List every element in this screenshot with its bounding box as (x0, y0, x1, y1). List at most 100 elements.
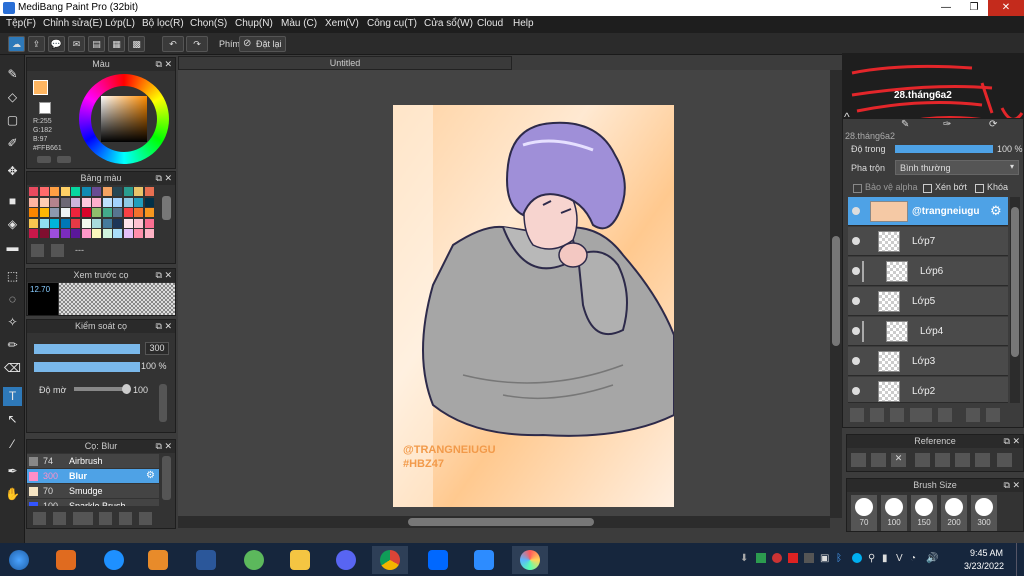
blur-slider[interactable] (74, 384, 131, 394)
brush-copy-icon[interactable] (139, 512, 152, 525)
clipping-checkbox[interactable] (923, 184, 932, 193)
taskbar-app-discord[interactable] (328, 546, 364, 574)
eye-icon[interactable] (852, 267, 860, 275)
panel-buttons-icon[interactable]: ⧉ ✕ (156, 320, 172, 333)
palette-swatch[interactable] (134, 229, 143, 238)
layer-scrollbar[interactable] (1010, 197, 1020, 403)
palette-swatch[interactable] (123, 197, 133, 207)
panel-buttons-icon[interactable]: ⧉ ✕ (156, 172, 172, 185)
canvas-vscrollbar[interactable] (830, 70, 842, 518)
brush-row[interactable]: 300 Blur ⚙ (27, 469, 159, 484)
taskbar-app-word[interactable] (188, 546, 224, 574)
layer-row[interactable]: @trangneiugu ⚙ (848, 197, 1008, 226)
operation-tool-icon[interactable]: ↖ (3, 410, 22, 429)
palette-swatch[interactable] (29, 208, 38, 217)
palette-swatch[interactable] (113, 197, 122, 207)
dropper-tool-icon[interactable]: ✒ (3, 462, 22, 481)
palette-swatch[interactable] (29, 197, 38, 207)
lasso-tool-icon[interactable]: ◌ (3, 290, 22, 309)
tray-icon[interactable] (788, 553, 798, 563)
palette-swatch[interactable] (113, 187, 122, 196)
palette-swatch[interactable] (50, 218, 59, 228)
taskbar-app-zalo[interactable] (420, 546, 456, 574)
redo-button[interactable]: ↷ (186, 36, 208, 52)
tray-icon[interactable] (804, 553, 814, 563)
tray-icon[interactable]: ⬇ (740, 553, 748, 564)
start-button[interactable] (4, 546, 34, 574)
eraser-tool-icon[interactable]: ◇ (3, 88, 22, 107)
palette-swatch[interactable] (123, 218, 133, 228)
tray-icon[interactable]: ▣ (820, 553, 829, 564)
taskbar-app-media[interactable] (140, 546, 176, 574)
hide-layer-icon[interactable]: ✎ (901, 119, 915, 133)
color-mode-icon[interactable] (37, 156, 51, 163)
unikey-v-icon[interactable]: V (896, 553, 903, 564)
tray-icon[interactable] (772, 553, 782, 563)
brush-row[interactable]: 74 Airbrush (27, 454, 159, 469)
layer-row[interactable]: Lớp3 (848, 347, 1008, 376)
brush-list-scrollbar[interactable] (162, 456, 171, 500)
palette-swatch[interactable] (113, 229, 122, 238)
palette-swatch[interactable] (144, 208, 154, 217)
palette-swatch[interactable] (50, 197, 59, 207)
duplicate-layer-icon[interactable] (966, 408, 980, 422)
palette-scrollbar[interactable] (162, 196, 171, 220)
minimize-button[interactable]: — (932, 0, 960, 16)
text-tool-icon[interactable]: T (3, 387, 22, 406)
menu-filter[interactable]: Bộ lọc(R) (142, 18, 184, 29)
cloud-upload-icon[interactable] (851, 453, 866, 467)
size-value[interactable]: 300 (145, 342, 169, 355)
menu-layer[interactable]: Lớp(L) (105, 18, 135, 29)
layer-row[interactable]: Lớp5 (848, 287, 1008, 316)
new-layer-icon[interactable] (850, 408, 864, 422)
show-desktop-button[interactable] (1016, 543, 1024, 576)
document-tab[interactable]: Untitled (178, 56, 512, 70)
wifi-icon[interactable]: ◔ (910, 553, 916, 564)
layer-row[interactable]: Lớp4 (848, 317, 1008, 346)
palette-swatch[interactable] (39, 229, 49, 238)
taskbar-app-ie[interactable] (96, 546, 132, 574)
eye-icon[interactable] (852, 387, 860, 395)
lock-checkbox[interactable] (975, 184, 984, 193)
palette-swatch[interactable] (71, 208, 80, 217)
palette-swatch[interactable] (102, 187, 112, 196)
opacity-slider[interactable] (34, 362, 140, 372)
rect-tool-icon[interactable]: ▢ (3, 111, 22, 130)
palette-swatch[interactable] (29, 187, 38, 196)
palette-swatch[interactable] (50, 208, 59, 217)
palette-swatch[interactable] (92, 229, 101, 238)
select-tool-icon[interactable]: ⬚ (3, 267, 22, 286)
layer-row[interactable]: Lớp7 (848, 227, 1008, 256)
brush-doc-icon[interactable] (99, 512, 112, 525)
palette-swatch[interactable] (123, 229, 133, 238)
reset-button[interactable]: ⊘ Đặt lại (239, 36, 286, 52)
brush-size-preset[interactable]: 70 (851, 495, 877, 531)
palette-swatch[interactable] (50, 229, 59, 238)
upload-icon[interactable]: ⇪ (28, 36, 45, 52)
palette-swatch[interactable] (39, 218, 49, 228)
brush-menu-icon[interactable] (73, 512, 93, 525)
palette-swatch[interactable] (81, 229, 91, 238)
eye-icon[interactable] (852, 327, 860, 335)
palette-swatch[interactable] (71, 187, 80, 196)
palette-swatch[interactable] (144, 229, 154, 238)
palette-swatch[interactable] (102, 208, 112, 217)
brush-tool-icon[interactable]: ✎ (3, 65, 22, 84)
pen-tool-icon[interactable]: ✐ (3, 134, 22, 153)
brush-size-preset[interactable]: 300 (971, 495, 997, 531)
layer-pen-icon[interactable]: ✑ (943, 119, 957, 133)
maximize-button[interactable]: ❐ (960, 0, 988, 16)
menu-file[interactable]: Tệp(F) (6, 18, 36, 29)
new-8bit-layer-icon[interactable] (890, 408, 904, 422)
panel-buttons-icon[interactable]: ⧉ ✕ (156, 58, 172, 71)
gradient-tool-icon[interactable]: ▬ (3, 238, 22, 257)
taskbar-app-chrome[interactable] (372, 546, 408, 574)
eye-icon[interactable] (852, 357, 860, 365)
taskbar-app-unikey[interactable] (48, 546, 84, 574)
brush-folder-icon[interactable] (119, 512, 132, 525)
panel-buttons-icon[interactable]: ⧉ ✕ (1004, 479, 1020, 492)
taskbar-app-zoom[interactable] (466, 546, 502, 574)
brush-size-preset[interactable]: 150 (911, 495, 937, 531)
palette-swatch[interactable] (39, 197, 49, 207)
select-pen-icon[interactable]: ✏ (3, 336, 22, 355)
